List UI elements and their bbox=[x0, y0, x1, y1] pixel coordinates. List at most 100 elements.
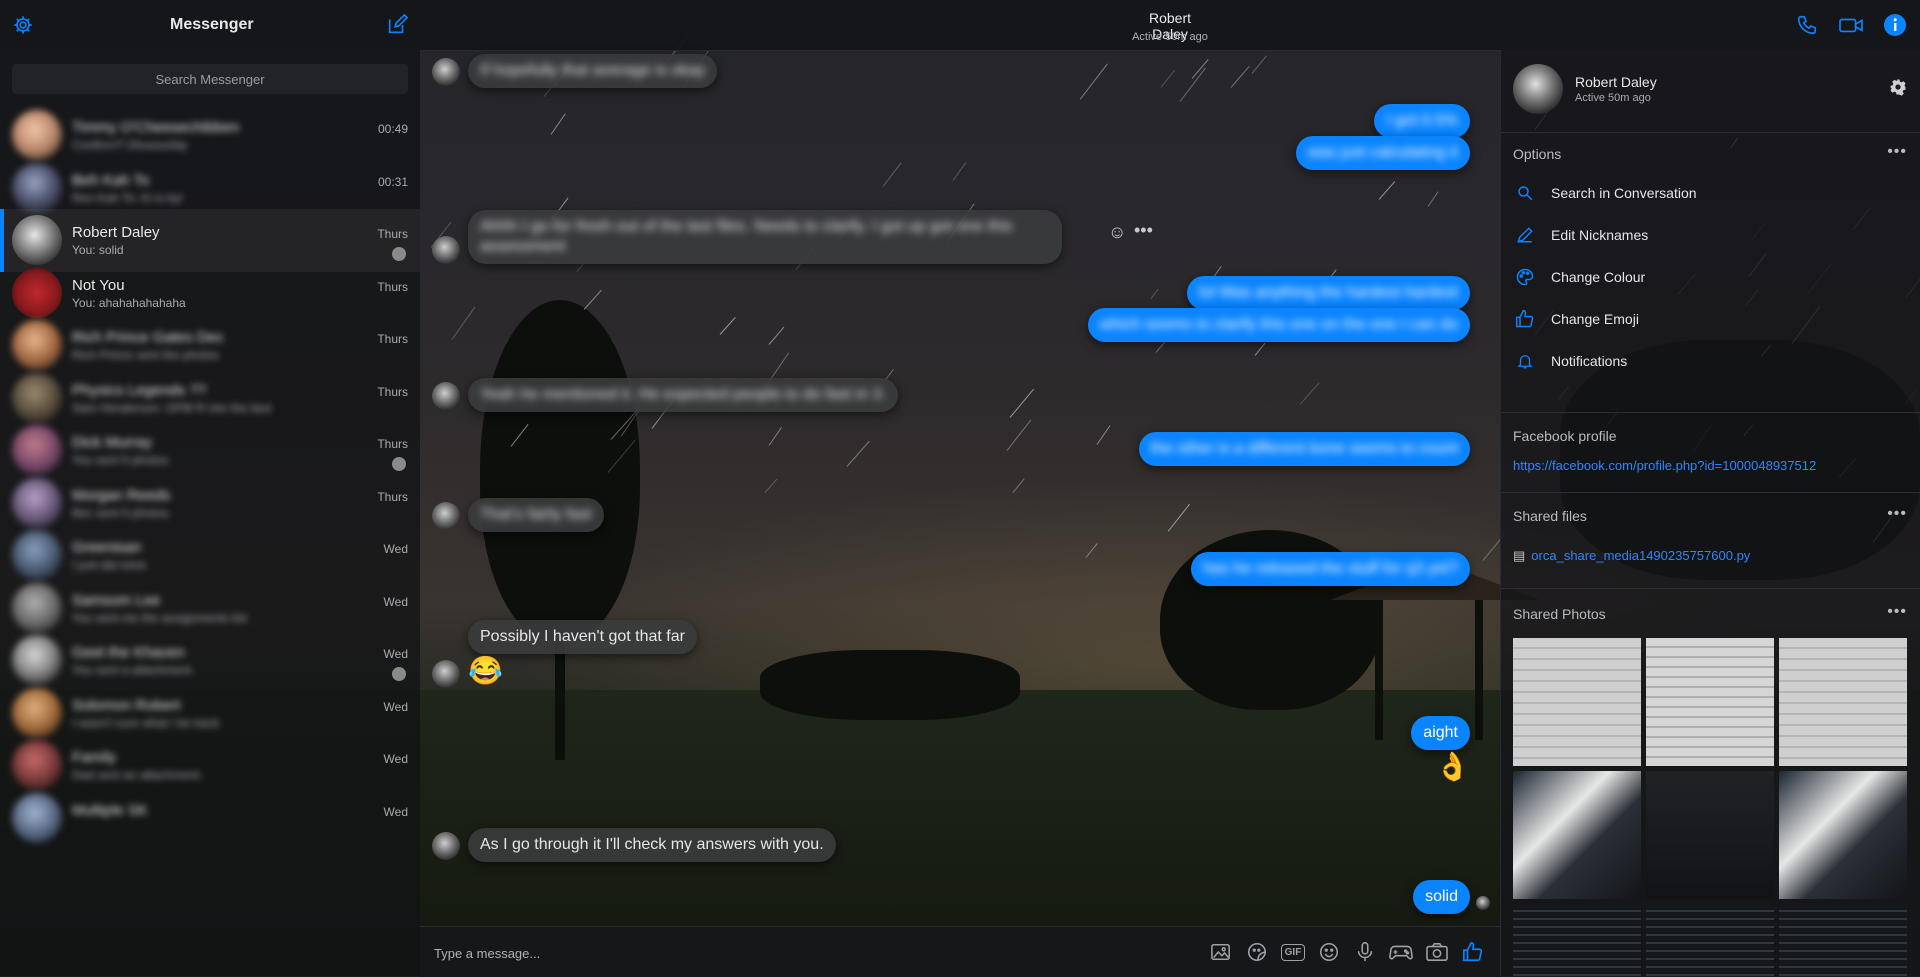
phone-icon[interactable] bbox=[1794, 12, 1820, 38]
conversation-title: Multiple SK bbox=[72, 801, 148, 819]
shared-photo[interactable] bbox=[1646, 771, 1774, 899]
options-title: Options bbox=[1513, 146, 1562, 162]
message-text: Ahhh I go for fresh out of the last file… bbox=[480, 218, 1013, 255]
emoji-icon[interactable] bbox=[1316, 939, 1342, 965]
message-text: aight bbox=[1423, 724, 1458, 741]
option-label: Edit Nicknames bbox=[1551, 227, 1649, 243]
shared-file-link[interactable]: ▤ orca_share_media1490235757600.py bbox=[1513, 548, 1750, 564]
message-outgoing[interactable]: aight bbox=[1411, 716, 1470, 750]
gif-label: GIF bbox=[1280, 943, 1306, 961]
game-icon[interactable] bbox=[1388, 939, 1414, 965]
video-icon[interactable] bbox=[1838, 12, 1864, 38]
message-outgoing[interactable]: solid bbox=[1413, 880, 1470, 914]
sticker-icon[interactable] bbox=[1244, 939, 1270, 965]
shared-photo[interactable] bbox=[1779, 771, 1907, 899]
message-incoming[interactable]: That's fairly fast bbox=[468, 498, 604, 532]
message-text: lol Was anything the hardest hardest bbox=[1198, 284, 1458, 301]
message-text: Possibly I haven't got that far bbox=[480, 628, 685, 645]
contact-status: Active 50m ago bbox=[1575, 92, 1651, 104]
option-label: Search in Conversation bbox=[1551, 185, 1697, 201]
laugh-emoji[interactable]: 😂 bbox=[468, 654, 503, 687]
conversation-title: Geet the Khaven bbox=[72, 644, 185, 661]
image-icon[interactable] bbox=[1208, 939, 1234, 965]
shared-photo[interactable] bbox=[1513, 904, 1641, 976]
gear-icon[interactable] bbox=[1889, 78, 1907, 101]
option-change-emoji[interactable]: Change Emoji bbox=[1513, 304, 1909, 334]
conversation-preview: Bec sent 5 photos. bbox=[72, 505, 172, 520]
message-outgoing[interactable]: was just calculating it bbox=[1295, 136, 1470, 170]
search-box[interactable] bbox=[12, 64, 408, 94]
option-edit-nicknames[interactable]: Edit Nicknames bbox=[1513, 220, 1909, 250]
palette-icon bbox=[1513, 266, 1537, 288]
shared-photo[interactable] bbox=[1646, 904, 1774, 976]
option-notifications[interactable]: Notifications bbox=[1513, 346, 1909, 376]
avatar bbox=[12, 477, 62, 528]
shared-photo[interactable] bbox=[1779, 904, 1907, 976]
avatar bbox=[12, 792, 62, 843]
message-incoming[interactable]: Possibly I haven't got that far bbox=[468, 620, 697, 654]
option-search-in-conversation[interactable]: Search in Conversation bbox=[1513, 178, 1909, 208]
conversation-preview: You: solid bbox=[72, 243, 124, 257]
avatar bbox=[12, 687, 62, 738]
gif-icon[interactable]: GIF bbox=[1280, 939, 1306, 965]
message-outgoing[interactable]: lol Was anything the hardest hardest bbox=[1186, 276, 1470, 310]
conversation-item[interactable]: Multiple SK Wed bbox=[0, 787, 420, 850]
conversation-preview: I wasn't sure what I be back bbox=[72, 715, 220, 730]
conversation-title: Rich Prince Gates Dec bbox=[72, 329, 224, 346]
message-outgoing[interactable]: has he released the stuff for q3 yet? bbox=[1191, 552, 1470, 586]
conversation-title: Greenisan bbox=[72, 539, 142, 556]
conversation-time: Wed bbox=[383, 699, 408, 714]
more-options-icon[interactable]: ••• bbox=[1134, 220, 1153, 241]
message-incoming[interactable]: Ahhh I go for fresh out of the last file… bbox=[468, 210, 1062, 264]
message-outgoing[interactable]: I got 0.5% bbox=[1373, 104, 1470, 138]
info-icon[interactable] bbox=[1882, 12, 1908, 38]
avatar bbox=[12, 372, 62, 423]
option-label: Change Emoji bbox=[1551, 311, 1639, 327]
avatar bbox=[12, 425, 62, 475]
like-icon[interactable] bbox=[1460, 939, 1486, 965]
conversation-preview: You: ahahahahahaha bbox=[72, 295, 186, 310]
avatar bbox=[12, 320, 62, 370]
shared-photo[interactable] bbox=[1646, 638, 1774, 766]
shared-photo[interactable] bbox=[1513, 638, 1641, 766]
app-title: Messenger bbox=[170, 16, 254, 33]
divider bbox=[1501, 132, 1920, 133]
top-bar: Messenger Robert Daley Active 50m ago bbox=[0, 0, 1920, 51]
more-options-icon[interactable]: ••• bbox=[1887, 143, 1907, 161]
microphone-icon[interactable] bbox=[1352, 939, 1378, 965]
message-incoming[interactable]: Yeah he mentioned it. He expected people… bbox=[468, 378, 898, 412]
more-options-icon[interactable]: ••• bbox=[1887, 603, 1907, 621]
avatar[interactable] bbox=[1513, 64, 1563, 114]
message-incoming[interactable]: As I go through it I'll check my answers… bbox=[468, 828, 836, 862]
shared-photos-title: Shared Photos bbox=[1513, 606, 1606, 622]
message-incoming[interactable]: If hopefully that average is okay bbox=[468, 54, 718, 88]
message-input[interactable] bbox=[432, 939, 1016, 967]
conversation-time: Wed bbox=[383, 594, 408, 609]
shared-files-title: Shared files bbox=[1513, 508, 1587, 524]
conversation-title: Beh Kah To bbox=[72, 171, 150, 189]
avatar bbox=[12, 530, 62, 580]
shared-photo[interactable] bbox=[1779, 638, 1907, 766]
option-change-colour[interactable]: Change Colour bbox=[1513, 262, 1909, 292]
conversation-preview: You sent me the assignments list bbox=[72, 610, 247, 625]
divider bbox=[1501, 588, 1920, 589]
camera-icon[interactable] bbox=[1424, 939, 1450, 965]
conversation-time: Thurs bbox=[377, 332, 408, 346]
avatar bbox=[12, 582, 62, 633]
conversation-preview: Dad sent an attachment. bbox=[72, 768, 203, 782]
conversation-preview: I just did mine bbox=[72, 558, 147, 572]
compose-icon[interactable] bbox=[384, 12, 410, 38]
message-text: I got 0.5% bbox=[1385, 112, 1458, 129]
message-outgoing[interactable]: which seems to clarify this one on the o… bbox=[1087, 308, 1470, 342]
shared-photo[interactable] bbox=[1513, 771, 1641, 899]
message-text: If hopefully that average is okay bbox=[480, 62, 706, 79]
gear-icon[interactable] bbox=[10, 12, 36, 38]
conversation-preview: Sam Henderson: OPM R into the bed bbox=[72, 400, 271, 415]
ok-hand-emoji[interactable]: 👌 bbox=[1435, 750, 1470, 783]
react-icon[interactable]: ☺ bbox=[1108, 222, 1126, 243]
message-outgoing[interactable]: the other is a different bone seems to c… bbox=[1138, 432, 1470, 466]
search-input[interactable] bbox=[12, 64, 408, 94]
facebook-profile-link[interactable]: https://facebook.com/profile.php?id=1000… bbox=[1513, 458, 1816, 473]
more-options-icon[interactable]: ••• bbox=[1887, 505, 1907, 523]
avatar bbox=[12, 162, 62, 213]
